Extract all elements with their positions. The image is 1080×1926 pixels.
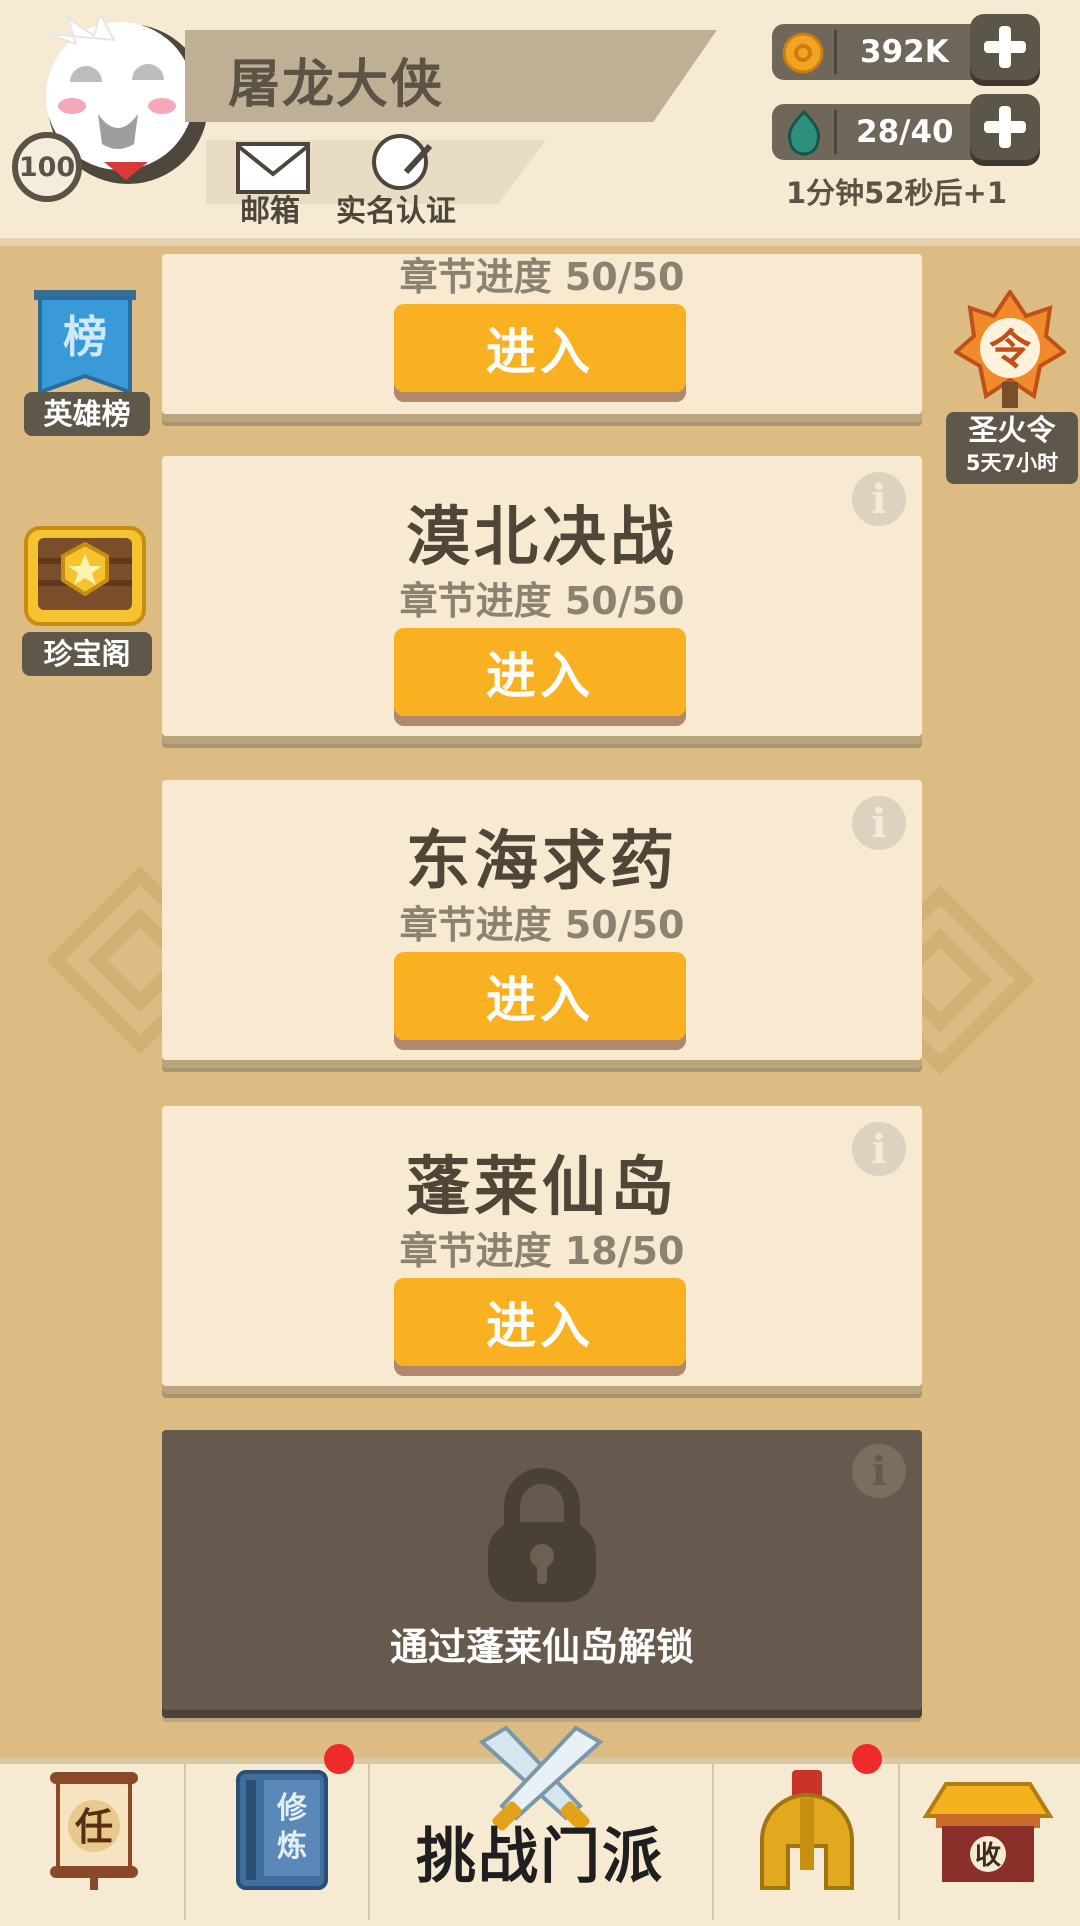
chapter-progress: 章节进度 50/50	[399, 255, 685, 299]
chapter-progress: 章节进度 18/50	[399, 1229, 685, 1273]
chapter-card: 章节进度 50/50 进入	[162, 254, 922, 414]
chapter-title: 蓬莱仙岛	[406, 1151, 678, 1225]
chapter-card: i 漠北决战 章节进度 50/50 进入	[162, 456, 922, 736]
player-level-badge: 100	[12, 132, 82, 202]
stamina-refill-timer: 1分钟52秒后+1	[786, 176, 1008, 210]
stamina-value: 28/40	[856, 114, 954, 150]
plus-icon	[984, 26, 1026, 68]
add-stamina-button[interactable]	[970, 94, 1040, 160]
locked-chapter-card: i 通过蓬莱仙岛解锁	[162, 1430, 922, 1710]
stamina-drop-icon	[787, 109, 821, 156]
enter-chapter-button[interactable]: 进入	[394, 628, 686, 716]
add-coins-button[interactable]	[970, 14, 1040, 80]
treasure-chest-icon[interactable]	[20, 508, 150, 632]
padlock-icon	[488, 1468, 596, 1602]
nav-divider	[898, 1764, 900, 1920]
challenge-sect-button[interactable]: 挑战门派	[370, 1808, 710, 1895]
enter-chapter-button[interactable]: 进入	[394, 952, 686, 1040]
svg-text:令: 令	[989, 325, 1032, 374]
equipment-notification-dot	[852, 1744, 882, 1774]
svg-text:任: 任	[75, 1805, 113, 1849]
player-name: 屠龙大侠	[228, 55, 445, 115]
stamina-divider	[834, 110, 837, 154]
enter-chapter-button[interactable]: 进入	[394, 1278, 686, 1366]
treasure-pavilion-button[interactable]: 珍宝阁	[22, 632, 152, 676]
coin-icon	[782, 32, 824, 74]
chapter-title: 漠北决战	[406, 501, 678, 575]
warrior-helmet-icon[interactable]	[752, 1770, 862, 1892]
id-verify-label[interactable]: 实名认证	[336, 186, 456, 230]
svg-text:收: 收	[975, 1841, 1001, 1871]
svg-text:炼: 炼	[277, 1829, 307, 1864]
svg-text:修: 修	[276, 1791, 308, 1826]
info-icon[interactable]: i	[852, 1444, 906, 1498]
cultivation-notification-dot	[324, 1744, 354, 1774]
sacred-flame-token-button[interactable]: 圣火令 5天7小时	[946, 412, 1078, 484]
task-scroll-icon[interactable]: 任	[46, 1766, 142, 1890]
collect-shop-icon[interactable]: 收	[922, 1776, 1054, 1886]
chapter-card: i 蓬莱仙岛 章节进度 18/50 进入	[162, 1106, 922, 1386]
enter-chapter-button[interactable]: 进入	[394, 304, 686, 392]
nav-divider	[712, 1764, 714, 1920]
unlock-requirement-text: 通过蓬莱仙岛解锁	[389, 1625, 694, 1669]
ranking-banner-icon[interactable]: 榜	[30, 290, 140, 396]
nav-divider	[184, 1764, 186, 1920]
chapter-card: i 东海求药 章节进度 50/50 进入	[162, 780, 922, 1060]
coin-value: 392K	[860, 34, 949, 70]
sacred-flame-countdown: 5天7小时	[965, 451, 1059, 475]
chapter-title: 东海求药	[406, 825, 678, 899]
plus-icon	[984, 106, 1026, 148]
coin-divider	[834, 30, 837, 74]
cultivation-book-icon[interactable]: 修 炼	[234, 1770, 330, 1890]
chapter-progress: 章节进度 50/50	[399, 903, 685, 947]
hero-ranking-button[interactable]: 英雄榜	[24, 392, 150, 436]
svg-text:榜: 榜	[63, 312, 107, 363]
mail-label[interactable]: 邮箱	[240, 186, 300, 230]
chapter-progress: 章节进度 50/50	[399, 579, 685, 623]
sacred-flame-token-icon[interactable]: 令	[954, 290, 1066, 410]
sacred-flame-label: 圣火令	[968, 413, 1056, 447]
